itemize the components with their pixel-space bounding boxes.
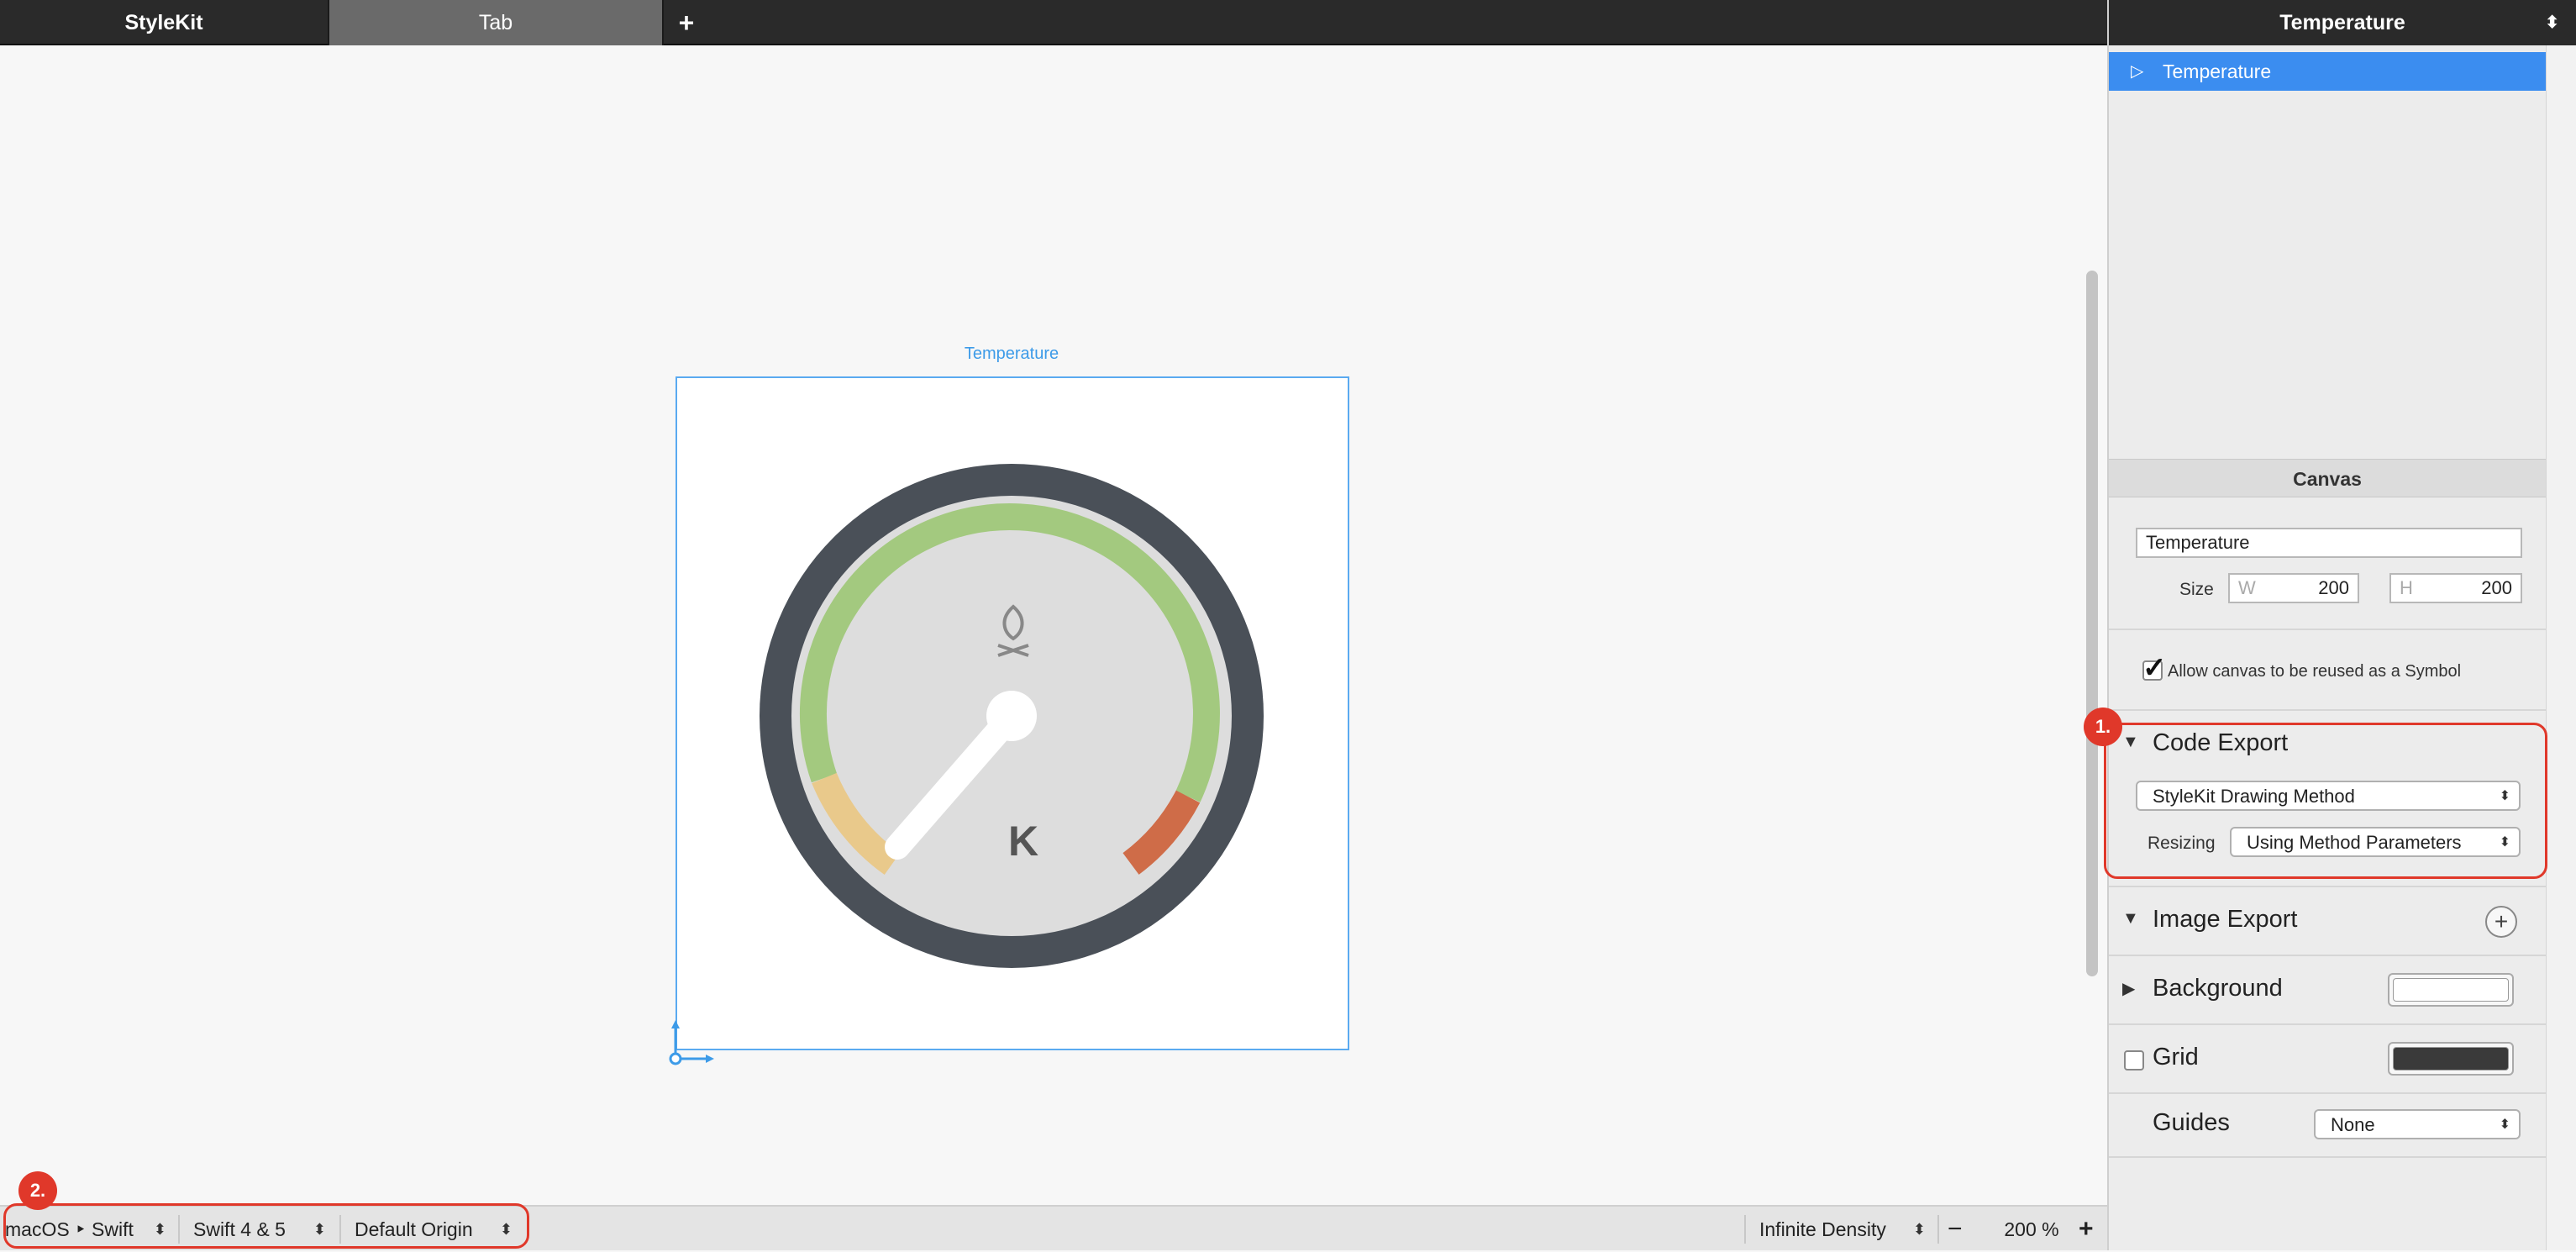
reuse-symbol-checkbox[interactable]: ✓ [2142,654,2167,682]
divider [2109,955,2546,956]
divider [2109,886,2546,887]
grid-color-swatch [2393,1047,2509,1071]
height-field[interactable]: H 200 [2389,573,2522,603]
checkmark-icon: ✓ [2142,652,2167,684]
origin-marker-icon[interactable] [664,1020,714,1071]
background-color-swatch [2393,978,2509,1002]
canvas-title-label[interactable]: Temperature [844,345,1180,364]
play-triangle-icon: ▷ [2131,62,2144,81]
add-image-export-button[interactable]: + [2485,906,2517,938]
updown-arrows-icon: ⬍ [1912,1221,1926,1238]
height-value: 200 [2481,577,2512,598]
grid-color-well[interactable] [2388,1042,2514,1076]
inspector-title: Temperature [2279,11,2405,34]
canvas-area[interactable]: Temperature K [0,45,2107,1244]
width-field[interactable]: W 200 [2228,573,2359,603]
app-tab-stylekit[interactable]: StyleKit [0,0,328,45]
zoom-out-button[interactable]: − [1948,1207,1973,1252]
zoom-in-button[interactable]: + [2079,1207,2104,1252]
annotation-highlight-2 [3,1203,529,1249]
updown-arrows-icon: ⬍ [2545,13,2559,32]
grid-title: Grid [2153,1044,2199,1071]
divider [2109,1092,2546,1094]
divider [2109,709,2546,711]
annotation-badge-2: 2. [18,1171,57,1210]
guides-title: Guides [2153,1109,2230,1136]
divider [2109,1156,2546,1158]
canvas-name-field[interactable]: Temperature [2136,528,2522,558]
height-prefix: H [2400,577,2413,598]
divider [1744,1215,1746,1244]
disclosure-closed-icon[interactable]: ▶ [2122,978,2135,999]
width-value: 200 [2318,577,2349,598]
gauge-unit-label: K [1008,818,1038,865]
density-selector[interactable]: Infinite Density ⬍ [1759,1207,1932,1252]
reuse-symbol-label: Allow canvas to be reused as a Symbol [2168,662,2462,681]
add-tab-button[interactable]: + [665,0,707,45]
guides-popup[interactable]: None ⬍ [2314,1109,2521,1139]
guides-value: None [2331,1114,2375,1135]
image-export-title: Image Export [2153,906,2298,933]
annotation-badge-1: 1. [2084,708,2122,746]
annotation-highlight-1 [2104,723,2547,879]
inspector-panel: Temperature ⬍ ▷ Temperature Canvas Tempe… [2107,0,2576,1250]
grid-checkbox[interactable] [2124,1050,2144,1071]
disclosure-open-icon[interactable]: ▼ [2122,909,2139,928]
outline-item-temperature[interactable]: ▷ Temperature [2109,52,2546,91]
temperature-gauge[interactable]: K [756,460,1267,971]
document-tab[interactable]: Tab [328,0,664,45]
density-value: Infinite Density [1759,1218,1886,1240]
width-prefix: W [2238,577,2256,598]
zoom-level: 200 % [2004,1218,2059,1240]
gauge-needle-hub [986,691,1037,741]
canvas-section-header: Canvas [2109,459,2546,497]
updown-arrows-icon: ⬍ [2499,1118,2510,1132]
size-label: Size [2179,580,2214,599]
vertical-scrollbar[interactable] [2086,271,2098,976]
tab-bar: StyleKit Tab + [0,0,2107,45]
divider [2109,629,2546,630]
background-title: Background [2153,975,2283,1002]
inspector-header[interactable]: Temperature ⬍ [2109,0,2576,45]
divider [1937,1215,1939,1244]
divider [2109,1023,2546,1025]
side-strip [2546,45,2576,1250]
outline-item-label: Temperature [2163,60,2272,82]
background-color-well[interactable] [2388,973,2514,1007]
